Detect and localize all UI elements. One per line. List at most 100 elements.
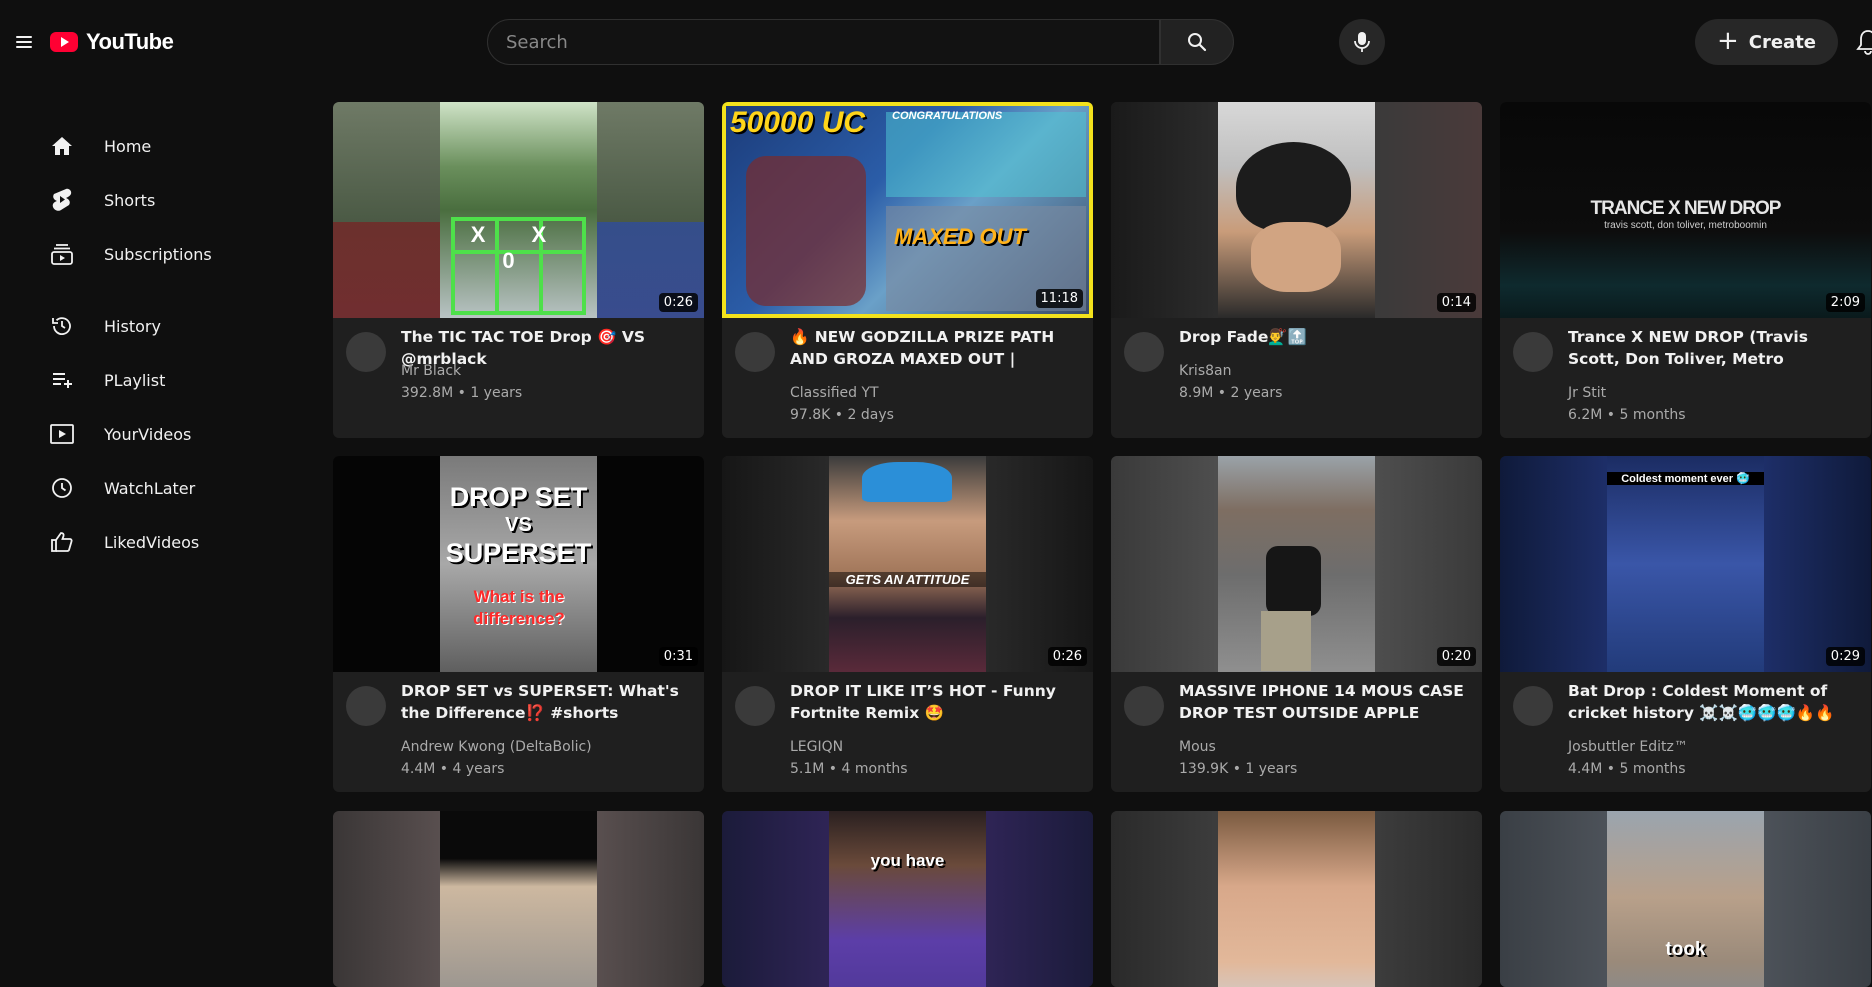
sidebar-item-watch-later[interactable]: WatchLater <box>48 466 288 510</box>
video-duration: 11:18 <box>1035 289 1083 308</box>
video-title[interactable]: Bat Drop : Coldest Moment of cricket his… <box>1568 680 1858 724</box>
video-title[interactable]: Drop Fade💇‍♂️🔝 <box>1179 326 1469 348</box>
thumbnail-text: CONGRATULATIONS <box>892 110 1003 122</box>
thumbnail-text: DROP SET <box>449 482 588 512</box>
logo-text: YouTube <box>86 29 174 54</box>
video-card[interactable]: GETS AN ATTITUDE 0:26 DROP IT LIKE IT’S … <box>722 456 1093 792</box>
video-duration: 0:20 <box>1436 647 1476 666</box>
menu-icon[interactable] <box>12 30 36 54</box>
sidebar-item-subscriptions[interactable]: Subscriptions <box>48 232 288 276</box>
video-thumbnail[interactable]: X X 0 0:26 <box>333 102 704 318</box>
playlist-icon <box>48 366 76 394</box>
sidebar-item-playlist[interactable]: PLaylist <box>48 358 288 402</box>
video-card[interactable]: Coldest moment ever 🥶 0:29 Bat Drop : Co… <box>1500 456 1871 792</box>
video-thumbnail[interactable]: DROP SET VS SUPERSET What is the differe… <box>333 456 704 672</box>
sidebar-item-label: WatchLater <box>104 478 196 498</box>
channel-name[interactable]: Andrew Kwong (DeltaBolic) <box>401 736 592 758</box>
channel-name[interactable]: Mous <box>1179 736 1216 758</box>
thumbnail-text: VS <box>505 514 532 536</box>
search-button[interactable] <box>1160 19 1234 65</box>
sidebar-item-shorts[interactable]: Shorts <box>48 178 288 222</box>
voice-search-button[interactable] <box>1339 19 1385 65</box>
search-input[interactable] <box>506 31 1141 53</box>
video-card[interactable]: X X 0 0:26 The TIC TAC TOE Drop 🎯 VS @mr… <box>333 102 704 438</box>
masthead: YouTube + Create <box>0 0 1872 84</box>
sidebar-item-label: Subscriptions <box>104 244 212 264</box>
thumbnail-text: Coldest moment ever 🥶 <box>1607 472 1764 485</box>
channel-avatar[interactable] <box>1513 332 1553 372</box>
video-card[interactable]: 0:20 MASSIVE IPHONE 14 MOUS CASE DROP TE… <box>1111 456 1482 792</box>
video-card[interactable] <box>333 811 704 987</box>
video-thumbnail[interactable]: 0:20 <box>1111 456 1482 672</box>
channel-name[interactable]: LEGIQN <box>790 736 843 758</box>
video-stats: 4.4M • 4 years <box>401 761 505 777</box>
video-title[interactable]: 🔥 NEW GODZILLA PRIZE PATH AND GROZA MAXE… <box>790 326 1080 370</box>
sidebar-item-label: Home <box>104 136 152 156</box>
sidebar-item-label: YourVideos <box>104 424 192 444</box>
home-icon <box>48 132 76 160</box>
sidebar-item-label: Shorts <box>104 190 156 210</box>
channel-name[interactable]: Jr Stit <box>1568 382 1606 404</box>
subscriptions-icon <box>48 240 76 268</box>
create-label: Create <box>1748 31 1817 53</box>
video-thumbnail[interactable] <box>333 811 704 987</box>
history-icon <box>48 312 76 340</box>
thumbnail-text: 50000 UC <box>730 106 866 139</box>
notifications-bell-icon[interactable] <box>1856 29 1872 55</box>
channel-name[interactable]: Mr Black <box>401 360 461 382</box>
thumbnail-text: X X 0 <box>470 222 567 273</box>
video-card[interactable]: TRANCE X NEW DROP travis scott, don toli… <box>1500 102 1871 438</box>
channel-avatar[interactable] <box>346 332 386 372</box>
video-card[interactable]: DROP SET VS SUPERSET What is the differe… <box>333 456 704 792</box>
video-title[interactable]: DROP IT LIKE IT’S HOT - Funny Fortnite R… <box>790 680 1080 724</box>
youtube-logo[interactable]: YouTube <box>50 29 174 55</box>
video-stats: 5.1M • 4 months <box>790 761 908 777</box>
video-duration: 2:09 <box>1825 293 1865 312</box>
sidebar-item-home[interactable]: Home <box>48 124 288 168</box>
video-thumbnail[interactable]: 50000 UC CONGRATULATIONS MAXED OUT 11:18 <box>722 102 1093 318</box>
microphone-icon <box>1354 32 1370 52</box>
channel-avatar[interactable] <box>1124 332 1164 372</box>
video-card[interactable] <box>1111 811 1482 987</box>
your-videos-icon <box>48 420 76 448</box>
video-thumbnail[interactable]: 0:14 <box>1111 102 1482 318</box>
thumbnail-text: SUPERSET <box>445 538 592 568</box>
channel-name[interactable]: Josbuttler Editz™ <box>1568 736 1688 758</box>
video-card[interactable]: you have <box>722 811 1093 987</box>
video-thumbnail[interactable]: you have <box>722 811 1093 987</box>
create-button[interactable]: + Create <box>1695 19 1838 65</box>
video-thumbnail[interactable]: Coldest moment ever 🥶 0:29 <box>1500 456 1871 672</box>
thumbnail-text: took <box>1665 939 1706 960</box>
channel-avatar[interactable] <box>735 332 775 372</box>
video-duration: 0:14 <box>1436 293 1476 312</box>
video-stats: 8.9M • 2 years <box>1179 385 1283 401</box>
video-thumbnail[interactable]: GETS AN ATTITUDE 0:26 <box>722 456 1093 672</box>
liked-videos-icon <box>48 528 76 556</box>
channel-avatar[interactable] <box>1124 686 1164 726</box>
video-stats: 97.8K • 2 days <box>790 407 894 423</box>
video-thumbnail[interactable]: took <box>1500 811 1871 987</box>
channel-name[interactable]: Kris8an <box>1179 360 1231 382</box>
video-card[interactable]: 50000 UC CONGRATULATIONS MAXED OUT 11:18… <box>722 102 1093 438</box>
thumbnail-text: MAXED OUT <box>894 224 1026 249</box>
video-thumbnail[interactable] <box>1111 811 1482 987</box>
video-duration: 0:26 <box>658 293 698 312</box>
video-thumbnail[interactable]: TRANCE X NEW DROP travis scott, don toli… <box>1500 102 1871 318</box>
sidebar-item-your-videos[interactable]: YourVideos <box>48 412 288 456</box>
video-card[interactable]: took <box>1500 811 1871 987</box>
video-title[interactable]: DROP SET vs SUPERSET: What's the Differe… <box>401 680 691 724</box>
watch-later-icon <box>48 474 76 502</box>
sidebar-item-liked-videos[interactable]: LikedVideos <box>48 520 288 564</box>
channel-avatar[interactable] <box>1513 686 1553 726</box>
thumbnail-text: TRANCE X NEW DROP <box>1590 198 1782 219</box>
channel-name[interactable]: Classified YT <box>790 382 879 404</box>
sidebar-item-history[interactable]: History <box>48 304 288 348</box>
video-card[interactable]: 0:14 Drop Fade💇‍♂️🔝 Kris8an 8.9M • 2 yea… <box>1111 102 1482 438</box>
channel-avatar[interactable] <box>346 686 386 726</box>
youtube-play-icon <box>50 32 78 52</box>
video-title[interactable]: MASSIVE IPHONE 14 MOUS CASE DROP TEST OU… <box>1179 680 1469 724</box>
channel-avatar[interactable] <box>735 686 775 726</box>
sidebar-item-label: LikedVideos <box>104 532 200 552</box>
video-title[interactable]: Trance X NEW DROP (Travis Scott, Don Tol… <box>1568 326 1858 370</box>
thumbnail-text: travis scott, don toliver, metroboomin <box>1604 220 1767 231</box>
